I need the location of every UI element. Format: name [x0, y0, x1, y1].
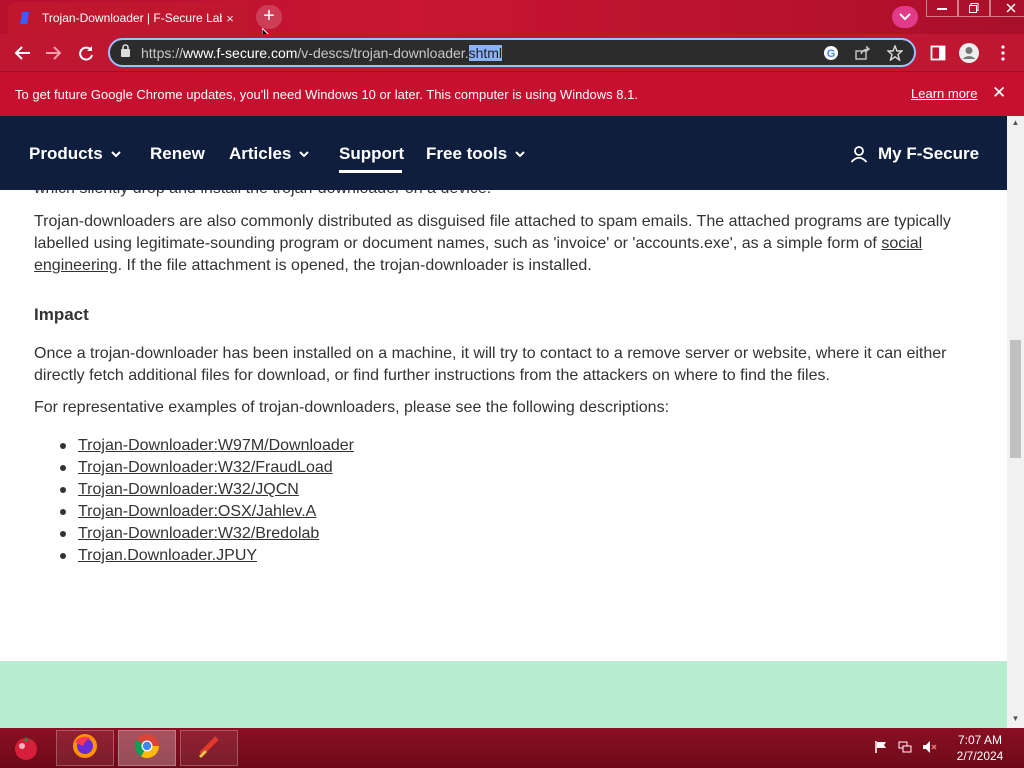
address-bar[interactable]: https://www.f-secure.com/v-descs/trojan-… [108, 38, 916, 67]
scrollbar-thumb[interactable] [1010, 340, 1021, 458]
link-w32-fraudload[interactable]: Trojan-Downloader:W32/FraudLoad [78, 457, 333, 479]
minimize-button[interactable] [926, 0, 958, 17]
scroll-up-arrow-icon[interactable]: ▲ [1011, 118, 1020, 127]
bookmark-star-icon[interactable] [884, 44, 906, 62]
side-panel-icon[interactable] [927, 42, 949, 64]
article-content: which silently drop and install the troj… [0, 190, 1007, 728]
network-icon[interactable] [898, 740, 912, 759]
list-item: Trojan.Downloader.JPUY [60, 545, 354, 567]
chevron-down-icon [299, 150, 310, 158]
update-warning-text: To get future Google Chrome updates, you… [15, 86, 638, 102]
url-text[interactable]: https://www.f-secure.com/v-descs/trojan-… [141, 44, 503, 61]
list-item: Trojan-Downloader:W32/FraudLoad [60, 457, 354, 479]
active-nav-underline [339, 170, 402, 173]
close-infobar-icon[interactable]: ✕ [992, 83, 1006, 103]
tab-title: Trojan-Downloader | F-Secure Labs [42, 11, 222, 25]
link-w32-jqcn[interactable]: Trojan-Downloader:W32/JQCN [78, 479, 299, 501]
taskbar-ccleaner[interactable] [180, 730, 238, 766]
back-button[interactable] [11, 42, 33, 64]
tab-search-button[interactable] [892, 6, 918, 28]
nav-item-products[interactable]: Products [29, 144, 121, 164]
learn-more-link[interactable]: Learn more [911, 86, 977, 101]
nav-item-articles[interactable]: Articles [229, 144, 310, 164]
action-center-flag-icon[interactable] [874, 740, 888, 759]
user-icon [850, 145, 868, 163]
page-scrollbar[interactable]: ▲ ▼ [1007, 116, 1024, 728]
close-window-button[interactable] [990, 0, 1024, 17]
paragraph-distribution: Trojan-downloaders are also commonly dis… [34, 213, 951, 274]
restore-button[interactable] [958, 0, 990, 17]
tab-close-icon[interactable]: × [222, 11, 238, 26]
nav-item-free-tools[interactable]: Free tools [426, 144, 525, 164]
new-tab-button[interactable]: + [256, 5, 282, 29]
list-item: Trojan-Downloader:W97M/Downloader [60, 435, 354, 457]
forward-button[interactable] [43, 42, 65, 64]
system-tray [874, 740, 938, 759]
taskbar-chrome[interactable] [118, 730, 176, 766]
update-warning-bar: To get future Google Chrome updates, you… [0, 71, 1024, 116]
start-button[interactable] [8, 731, 44, 765]
reload-button[interactable] [75, 42, 97, 64]
chrome-icon [133, 732, 161, 765]
footer-band [0, 661, 1007, 728]
browser-tab[interactable]: Trojan-Downloader | F-Secure Labs × [8, 2, 248, 34]
scroll-down-arrow-icon[interactable]: ▼ [1011, 714, 1020, 723]
list-item: Trojan-Downloader:W32/JQCN [60, 479, 354, 501]
link-osx-jahlev[interactable]: Trojan-Downloader:OSX/Jahlev.A [78, 501, 316, 523]
clock-date: 2/7/2024 [956, 749, 1004, 763]
chevron-down-icon [515, 150, 525, 158]
ccleaner-icon [195, 732, 223, 765]
partially-hidden-text: which silently drop and install the troj… [34, 190, 491, 198]
list-item: Trojan-Downloader:W32/Bredolab [60, 523, 354, 545]
svg-text:G: G [827, 48, 836, 60]
volume-muted-icon[interactable] [922, 740, 938, 759]
impact-heading: Impact [34, 305, 89, 324]
share-icon[interactable] [852, 44, 874, 62]
firefox-icon [71, 732, 99, 765]
nav-item-support[interactable]: Support [339, 144, 404, 164]
link-w97m-downloader[interactable]: Trojan-Downloader:W97M/Downloader [78, 435, 354, 457]
paragraph-examples-intro: For representative examples of trojan-do… [34, 399, 670, 416]
window-controls [926, 0, 1024, 18]
paragraph-impact: Once a trojan-downloader has been instal… [34, 345, 947, 384]
link-w32-bredolab[interactable]: Trojan-Downloader:W32/Bredolab [78, 523, 319, 545]
browser-menu-icon[interactable] [992, 42, 1014, 64]
lock-icon[interactable] [120, 43, 131, 62]
browser-toolbar: https://www.f-secure.com/v-descs/trojan-… [0, 34, 1024, 71]
clock-time: 7:07 AM [957, 733, 1003, 747]
chevron-down-icon [110, 150, 121, 158]
profile-avatar-icon[interactable] [958, 42, 980, 64]
taskbar-firefox[interactable] [56, 730, 114, 766]
site-header-nav: Products Renew Articles Support Free too… [0, 116, 1007, 190]
example-links-list: Trojan-Downloader:W97M/Downloader Trojan… [60, 435, 354, 567]
taskbar-clock[interactable]: 7:07 AM 2/7/2024 [948, 732, 1012, 764]
nav-item-renew[interactable]: Renew [150, 144, 205, 164]
google-lens-icon[interactable]: G [820, 44, 842, 62]
browser-titlebar: Trojan-Downloader | F-Secure Labs × + [0, 0, 1024, 44]
windows-taskbar: 7:07 AM 2/7/2024 [0, 728, 1024, 768]
link-jpuy[interactable]: Trojan.Downloader.JPUY [78, 545, 257, 567]
my-fsecure-link[interactable]: My F-Secure [850, 144, 979, 164]
fsecure-favicon-icon [18, 11, 32, 25]
list-item: Trojan-Downloader:OSX/Jahlev.A [60, 501, 354, 523]
